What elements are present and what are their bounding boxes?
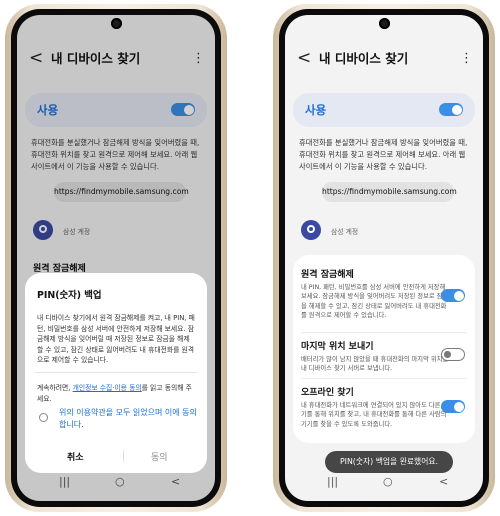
remote-unlock-toggle[interactable] [441,289,465,302]
setting-description: 배터리가 많이 남지 않았을 때 휴대전화의 마지막 위치를 내 디바이스 찾기… [301,356,449,373]
setting-send-last-location[interactable]: 마지막 위치 보내기 배터리가 많이 남지 않았을 때 휴대전화의 마지막 위치… [301,339,465,374]
account-row[interactable]: 삼성 계정 [291,212,477,252]
right-phone-screen: < 내 디바이스 찾기 ⋮ 사용 휴대전화를 분실했거나 잠금해제 방식을 잊어… [285,15,483,501]
dialog-divider [35,372,197,373]
website-url-pill[interactable]: https://findmymobile.samsung.com [322,182,457,202]
setting-remote-unlock[interactable]: 원격 잠금해제 내 PIN, 패턴, 비밀번호를 삼성 서버에 안전하게 저장해… [301,267,465,320]
settings-card: 원격 잠금해제 내 PIN, 패턴, 비밀번호를 삼성 서버에 안전하게 저장해… [293,255,475,443]
front-camera [378,18,390,29]
setting-description: 내 휴대전화가 네트워크에 연결되어 있지 않아도 다른 기기를 통해 위치를 … [301,402,449,428]
setting-title: 원격 잠금해제 [301,270,354,280]
pin-backup-dialog: PIN(숫자) 백업 내 디바이스 찾기에서 원격 잠금해제를 켜고, 내 PI… [25,273,207,473]
navigation-bar: ||| ○ < [285,471,483,497]
setting-offline-finding[interactable]: 오프라인 찾기 내 휴대전화가 네트워크에 연결되어 있지 않아도 다른 기기를… [301,385,465,429]
page-title: 내 디바이스 찾기 [319,51,409,66]
use-toggle[interactable] [439,103,463,116]
use-switch-card[interactable]: 사용 [293,93,475,127]
back-arrow-icon[interactable]: < [297,47,311,69]
button-separator [123,451,124,461]
consent-text: 계속하려면, 개인정보 수집·이용 동의를 읽고 동의해 주세요. [37,383,197,404]
use-switch-label: 사용 [305,103,327,117]
nav-back-icon[interactable]: < [439,475,448,488]
app-bar: < 내 디바이스 찾기 ⋮ [285,45,483,73]
home-icon[interactable]: ○ [383,475,393,488]
recents-icon[interactable]: ||| [327,475,338,488]
samsung-account-icon [301,220,321,240]
right-phone-bezel: < 내 디바이스 찾기 ⋮ 사용 휴대전화를 분실했거나 잠금해제 방식을 잊어… [279,9,489,507]
cancel-button[interactable]: 취소 [67,450,84,463]
left-phone-frame: < 내 디바이스 찾기 ⋮ 사용 휴대전화를 분실했거나 잠금해제 방식을 잊어… [5,4,227,512]
setting-divider [301,378,467,379]
more-options-icon[interactable]: ⋮ [460,49,473,69]
dialog-title: PIN(숫자) 백업 [37,290,102,301]
setting-description: 내 PIN, 패턴, 비밀번호를 삼성 서버에 안전하게 저장해 보세요. 잠금… [301,284,449,319]
agree-button[interactable]: 동의 [151,450,168,463]
left-phone-screen: < 내 디바이스 찾기 ⋮ 사용 휴대전화를 분실했거나 잠금해제 방식을 잊어… [17,15,215,501]
front-camera [110,18,122,29]
agree-terms-checkbox[interactable] [39,413,48,422]
backup-complete-toast: PIN(숫자) 백업을 완료했어요. [325,451,453,473]
account-label: 삼성 계정 [331,228,359,236]
agree-terms-label: 위의 이용약관을 모두 읽었으며 이에 동의합니다. [59,408,197,429]
dialog-body: 내 디바이스 찾기에서 원격 잠금해제를 켜고, 내 PIN, 패턴, 비밀번호… [37,314,195,365]
right-phone-frame: < 내 디바이스 찾기 ⋮ 사용 휴대전화를 분실했거나 잠금해제 방식을 잊어… [273,4,495,512]
left-phone-bezel: < 내 디바이스 찾기 ⋮ 사용 휴대전화를 분실했거나 잠금해제 방식을 잊어… [11,9,221,507]
feature-description: 휴대전화를 분실했거나 잠금해제 방식을 잊어버렸을 때, 휴대전화 위치를 찾… [299,138,468,171]
offline-finding-toggle[interactable] [441,400,465,413]
setting-title: 마지막 위치 보내기 [301,342,374,352]
send-last-location-toggle[interactable] [441,348,465,361]
setting-title: 오프라인 찾기 [301,388,354,398]
privacy-consent-link[interactable]: 개인정보 수집·이용 동의 [73,384,142,392]
agree-terms-row[interactable]: 위의 이용약관을 모두 읽었으며 이에 동의합니다. [39,407,197,431]
consent-prefix: 계속하려면, [37,384,73,392]
setting-divider [301,332,467,333]
